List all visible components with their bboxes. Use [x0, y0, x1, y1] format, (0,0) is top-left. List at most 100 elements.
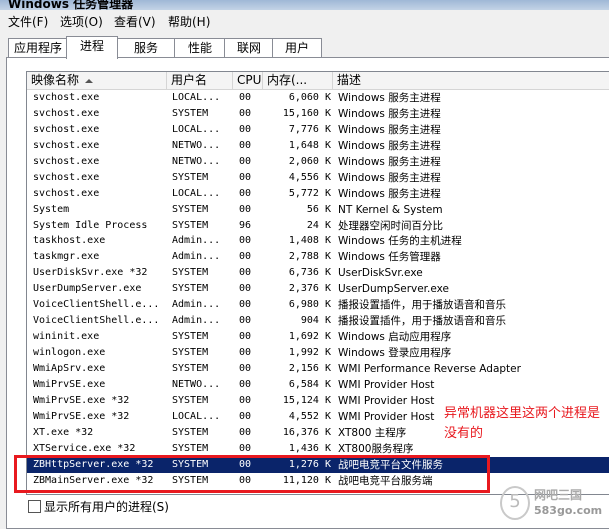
menu-view[interactable]: 查看(V) [114, 13, 156, 30]
process-memory: 15,124 K [282, 394, 331, 406]
process-name: svchost.exe [33, 123, 100, 135]
process-name: svchost.exe [33, 107, 100, 119]
tab-services[interactable]: 服务 [116, 38, 176, 58]
process-description: Windows 任务管理器 [338, 251, 441, 264]
process-user: SYSTEM [172, 394, 209, 406]
title-bar: Windows 任务管理器 [0, 0, 609, 10]
table-row[interactable]: UserDumpServer.exe SYSTEM 00 2,376 K UserDum… [27, 281, 609, 297]
tab-applications[interactable]: 应用程序 [8, 38, 68, 58]
process-user: SYSTEM [172, 107, 209, 119]
process-description: Windows 启动应用程序 [338, 331, 452, 344]
process-user: LOCAL... [172, 92, 221, 103]
process-description: 播报设置插件，用于播放语音和音乐 [338, 299, 506, 312]
table-row[interactable]: VoiceClientShell.e... Admin... 00 6,980 K 播报… [27, 297, 609, 313]
process-user: SYSTEM [172, 267, 209, 279]
table-row[interactable]: wininit.exe SYSTEM 00 1,692 K Windows 启动应用程序 [27, 329, 609, 345]
column-user[interactable]: 用户名 [167, 72, 233, 89]
process-description: Windows 服务主进程 [338, 139, 441, 152]
process-memory: 2,156 K [288, 362, 331, 374]
tab-processes[interactable]: 进程 [66, 36, 118, 59]
tab-networking[interactable]: 联网 [224, 38, 274, 58]
process-description: 播报设置插件，用于播放语音和音乐 [338, 315, 506, 328]
table-row[interactable]: svchost.exe SYSTEM 00 15,160 K Windows 服务主进程 [27, 106, 609, 122]
process-memory: 6,060 K [288, 92, 331, 103]
process-memory: 1,648 K [288, 139, 331, 151]
process-description: NT Kernel & System [338, 203, 443, 216]
menu-file[interactable]: 文件(F) [8, 13, 48, 30]
process-user: LOCAL... [172, 123, 221, 135]
process-name: WmiApSrv.exe [33, 362, 106, 374]
process-name: UserDumpServer.exe [33, 283, 142, 295]
process-memory: 7,776 K [288, 123, 331, 135]
process-memory: 1,408 K [288, 235, 331, 247]
process-name: taskmgr.exe [33, 251, 100, 263]
process-description: Windows 服务主进程 [338, 107, 441, 120]
process-name: System [33, 203, 70, 215]
process-user: SYSTEM [172, 347, 209, 358]
sort-ascending-icon [85, 79, 93, 83]
annotation-text: 异常机器这里这两个进程是没有的 [444, 406, 601, 441]
process-name: winlogon.exe [33, 347, 106, 358]
process-memory: 16,376 K [282, 426, 331, 438]
process-user: NETWO... [172, 139, 221, 151]
tab-strip: 应用程序 进程 服务 性能 联网 用户 [0, 36, 609, 59]
process-memory: 1,992 K [288, 347, 331, 358]
process-user: LOCAL... [172, 410, 221, 422]
process-description: Windows 服务主进程 [338, 92, 441, 104]
column-image-name[interactable]: 映像名称 [27, 72, 167, 89]
process-memory: 6,736 K [288, 267, 331, 279]
process-name: svchost.exe [33, 92, 100, 103]
process-user: NETWO... [172, 378, 221, 390]
process-name: System Idle Process [33, 219, 148, 231]
process-memory: 1,692 K [288, 331, 331, 343]
process-name: VoiceClientShell.e... [33, 299, 160, 311]
process-name: svchost.exe [33, 187, 100, 199]
table-row[interactable]: svchost.exe NETWO... 00 1,648 K Windows 服务主进… [27, 138, 609, 154]
process-description: UserDiskSvr.exe [338, 267, 423, 280]
highlight-box [14, 455, 490, 493]
table-row[interactable]: svchost.exe NETWO... 00 2,060 K Windows 服务主进… [27, 154, 609, 170]
process-description: Windows 任务的主机进程 [338, 235, 462, 248]
column-cpu[interactable]: CPU [233, 72, 263, 89]
process-memory: 56 K [306, 203, 331, 215]
column-description[interactable]: 描述 [333, 72, 609, 89]
table-row[interactable]: System Idle Process SYSTEM 96 24 K 处理器空闲时间百分… [27, 218, 609, 234]
process-name: svchost.exe [33, 155, 100, 167]
process-description: Windows 登录应用程序 [338, 347, 452, 359]
menu-options[interactable]: 选项(O) [60, 13, 103, 30]
table-row[interactable]: VoiceClientShell.e... Admin... 00 904 K 播报设置… [27, 313, 609, 329]
table-row[interactable]: taskhost.exe Admin... 00 1,408 K Windows 任务的… [27, 233, 609, 249]
show-all-users-label: 显示所有用户的进程(S) [44, 500, 169, 514]
process-name: taskhost.exe [33, 235, 106, 247]
table-row[interactable]: winlogon.exe SYSTEM 00 1,992 K Windows 登录应用程… [27, 345, 609, 361]
table-row[interactable]: UserDiskSvr.exe *32 SYSTEM 00 6,736 K UserDi… [27, 265, 609, 281]
tab-users[interactable]: 用户 [272, 38, 322, 58]
process-description: Windows 服务主进程 [338, 171, 441, 184]
process-user: SYSTEM [172, 283, 209, 295]
process-user: SYSTEM [172, 362, 209, 374]
process-user: SYSTEM [172, 331, 209, 343]
process-name: svchost.exe [33, 171, 100, 183]
table-row[interactable]: svchost.exe LOCAL... 00 6,060 K Windows 服务主进… [27, 90, 609, 106]
process-memory: 5,772 K [288, 187, 331, 199]
column-memory[interactable]: 内存(... [263, 72, 333, 89]
tab-performance[interactable]: 性能 [174, 38, 226, 58]
table-row[interactable]: svchost.exe LOCAL... 00 5,772 K Windows 服务主进… [27, 186, 609, 202]
menu-help[interactable]: 帮助(H) [168, 13, 210, 30]
table-row[interactable]: WmiPrvSE.exe NETWO... 00 6,584 K WMI Provide… [27, 377, 609, 393]
table-row[interactable]: System SYSTEM 00 56 K NT Kernel & System [27, 202, 609, 218]
process-description: UserDumpServer.exe [338, 283, 449, 296]
table-row[interactable]: WmiApSrv.exe SYSTEM 00 2,156 K WMI Performan… [27, 361, 609, 377]
process-name: VoiceClientShell.e... [33, 315, 160, 327]
column-image-name-label: 映像名称 [31, 73, 80, 87]
table-row[interactable]: taskmgr.exe Admin... 00 2,788 K Windows 任务管理… [27, 249, 609, 265]
process-name: WmiPrvSE.exe *32 [33, 394, 130, 406]
process-user: LOCAL... [172, 187, 221, 199]
window-title: Windows 任务管理器 [8, 0, 134, 10]
table-row[interactable]: svchost.exe LOCAL... 00 7,776 K Windows 服务主进… [27, 122, 609, 138]
table-row[interactable]: svchost.exe SYSTEM 00 4,556 K Windows 服务主进程 [27, 170, 609, 186]
process-description: Windows 服务主进程 [338, 187, 441, 200]
process-description: WMI Performance Reverse Adapter [338, 362, 521, 375]
process-user: Admin... [172, 299, 221, 311]
show-all-users-checkbox[interactable] [28, 500, 41, 513]
